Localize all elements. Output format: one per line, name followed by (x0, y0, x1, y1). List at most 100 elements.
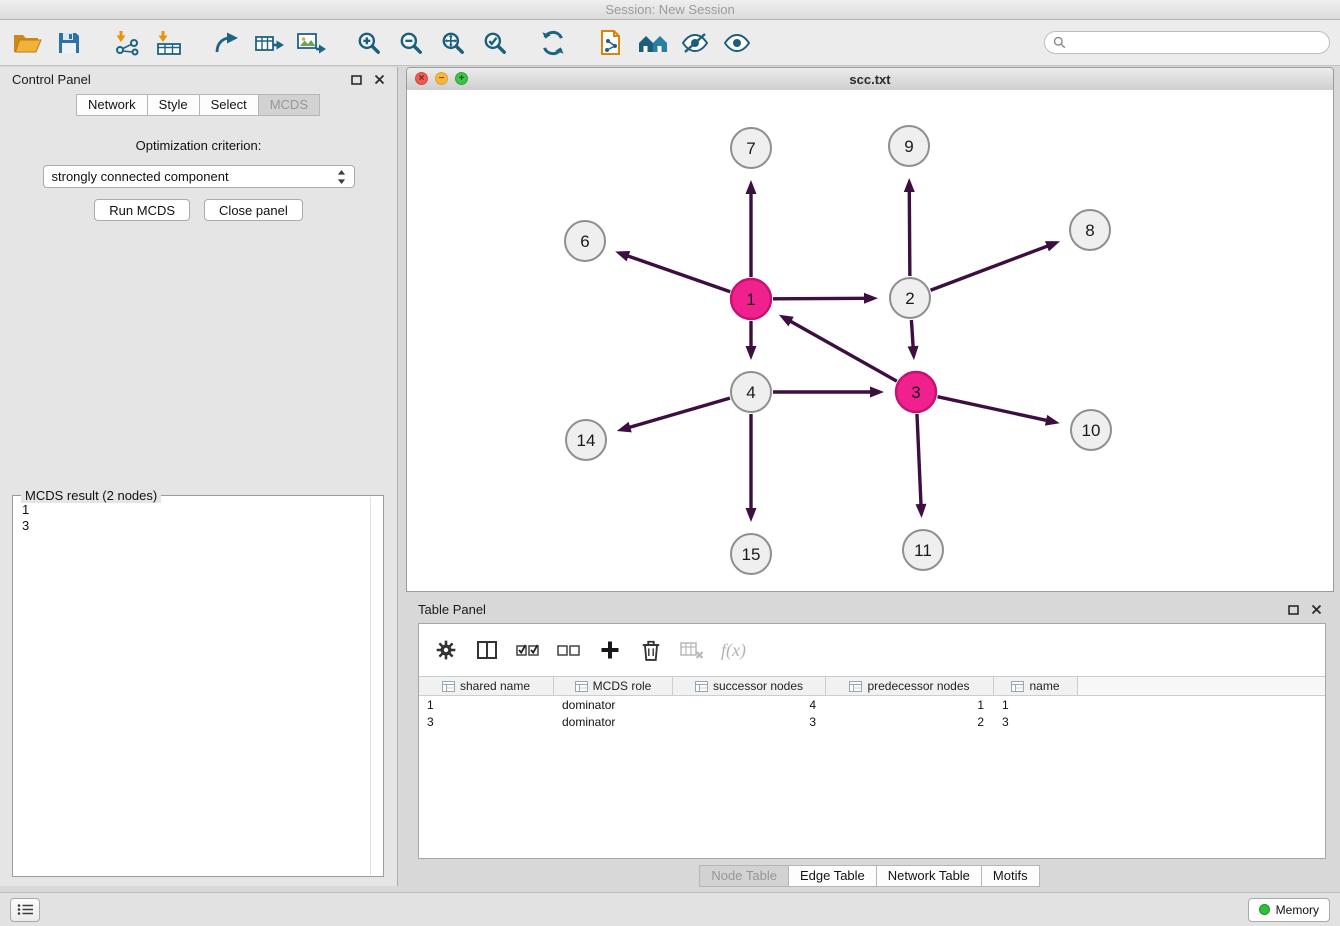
zoom-in-icon[interactable] (352, 25, 386, 61)
column-header-name[interactable]: name (994, 677, 1078, 695)
memory-button[interactable]: Memory (1248, 898, 1330, 922)
close-table-panel-icon[interactable] (1311, 604, 1322, 615)
close-window-button[interactable]: × (415, 72, 428, 85)
table-row[interactable]: 1dominator411 (419, 696, 1325, 713)
hide-selected-icon[interactable] (678, 25, 712, 61)
graph-node-2[interactable]: 2 (890, 278, 930, 318)
tab-mcds[interactable]: MCDS (258, 94, 320, 116)
control-panel-tabs: NetworkStyleSelectMCDS (0, 94, 397, 116)
tab-node-table[interactable]: Node Table (699, 865, 789, 887)
edge-arrowhead (746, 346, 757, 360)
graph-node-3[interactable]: 3 (896, 372, 936, 412)
edge-arrowhead (870, 387, 884, 398)
tab-network[interactable]: Network (76, 94, 148, 116)
refresh-layout-icon[interactable] (536, 25, 570, 61)
application-window: Session: New Session Control Panel Netwo… (0, 0, 1340, 926)
column-header-mcds-role[interactable]: MCDS role (554, 677, 673, 695)
edge-3-11[interactable] (917, 414, 921, 506)
add-column-icon[interactable] (598, 637, 622, 663)
column-label: predecessor nodes (867, 679, 969, 693)
save-session-icon[interactable] (52, 25, 86, 61)
graph-node-7[interactable]: 7 (731, 128, 771, 168)
show-all-icon[interactable] (720, 25, 754, 61)
column-label: shared name (460, 679, 530, 693)
graph-node-8[interactable]: 8 (1070, 210, 1110, 250)
float-table-panel-icon[interactable] (1288, 605, 1299, 615)
graph-node-4[interactable]: 4 (731, 372, 771, 412)
edge-4-14[interactable] (628, 398, 730, 428)
select-all-icon[interactable] (516, 637, 540, 663)
svg-text:6: 6 (580, 232, 589, 251)
graph-node-14[interactable]: 14 (566, 420, 606, 460)
column-label: name (1029, 679, 1059, 693)
zoom-window-button[interactable]: + (455, 72, 468, 85)
column-header-predecessor-nodes[interactable]: predecessor nodes (826, 677, 994, 695)
network-canvas[interactable]: 7 9 6 8 1 2 4 3 14 10 15 11 (407, 90, 1333, 591)
export-network-icon[interactable] (210, 25, 244, 61)
svg-text:2: 2 (905, 289, 914, 308)
graph-node-10[interactable]: 10 (1071, 410, 1111, 450)
close-mcds-panel-button[interactable]: Close panel (204, 199, 303, 221)
edge-arrowhead (908, 346, 919, 360)
edge-3-10[interactable] (937, 397, 1048, 421)
copy-network-icon[interactable] (594, 25, 628, 61)
search-input[interactable] (1044, 31, 1330, 54)
table-cell: dominator (554, 698, 673, 712)
graph-node-9[interactable]: 9 (889, 126, 929, 166)
edge-3-1[interactable] (789, 321, 897, 382)
edge-2-3[interactable] (911, 320, 913, 348)
graph-node-1[interactable]: 1 (731, 279, 771, 319)
close-panel-icon[interactable] (374, 74, 385, 85)
delete-column-icon[interactable] (639, 637, 663, 663)
home-icon[interactable] (636, 25, 670, 61)
minimize-window-button[interactable]: − (435, 72, 448, 85)
network-window-titlebar[interactable]: ×−+ scc.txt (407, 68, 1333, 91)
edge-2-9[interactable] (909, 190, 910, 276)
run-mcds-button[interactable]: Run MCDS (94, 199, 190, 221)
task-history-button[interactable] (10, 898, 40, 922)
tab-motifs[interactable]: Motifs (981, 865, 1040, 887)
export-table-icon[interactable] (252, 25, 286, 61)
column-header-successor-nodes[interactable]: successor nodes (673, 677, 826, 695)
import-network-icon[interactable] (110, 25, 144, 61)
deselect-all-icon[interactable] (557, 637, 581, 663)
float-panel-icon[interactable] (351, 75, 362, 85)
graph-node-6[interactable]: 6 (565, 221, 605, 261)
tab-select[interactable]: Select (199, 94, 259, 116)
edge-arrowhead (864, 293, 878, 304)
table-cell: 1 (826, 698, 994, 712)
open-session-icon[interactable] (10, 25, 44, 61)
table-cell: 3 (994, 715, 1078, 729)
export-image-icon[interactable] (294, 25, 328, 61)
import-table-icon[interactable] (152, 25, 186, 61)
tab-network-table[interactable]: Network Table (876, 865, 982, 887)
tab-style[interactable]: Style (147, 94, 200, 116)
main-toolbar-groups (10, 25, 754, 61)
main-toolbar (0, 20, 1340, 66)
control-panel: Control Panel NetworkStyleSelectMCDS Opt… (0, 67, 398, 886)
column-label: successor nodes (713, 679, 803, 693)
settings-gear-icon[interactable] (434, 637, 458, 663)
zoom-out-icon[interactable] (394, 25, 428, 61)
table-cell: 3 (419, 715, 554, 729)
mcds-panel: Optimization criterion: strongly connect… (0, 138, 397, 221)
edge-1-2[interactable] (773, 298, 866, 299)
table-toolbar: f(x) (419, 624, 1325, 676)
zoom-fit-icon[interactable] (436, 25, 470, 61)
table-cell: dominator (554, 715, 673, 729)
edge-arrowhead (915, 504, 926, 518)
node-table: shared name MCDS role successor nodes prede… (419, 676, 1325, 730)
table-cell: 4 (673, 698, 826, 712)
graph-node-11[interactable]: 11 (903, 530, 943, 570)
window-title: Session: New Session (605, 2, 734, 17)
edge-2-8[interactable] (931, 246, 1049, 291)
column-header-shared-name[interactable]: shared name (419, 677, 554, 695)
zoom-selected-icon[interactable] (478, 25, 512, 61)
edge-arrowhead (1045, 415, 1060, 426)
graph-node-15[interactable]: 15 (731, 534, 771, 574)
table-row[interactable]: 3dominator323 (419, 713, 1325, 730)
tab-edge-table[interactable]: Edge Table (788, 865, 877, 887)
edge-1-6[interactable] (627, 256, 731, 292)
split-panel-icon[interactable] (475, 637, 499, 663)
criterion-dropdown[interactable]: strongly connected component (43, 165, 355, 188)
